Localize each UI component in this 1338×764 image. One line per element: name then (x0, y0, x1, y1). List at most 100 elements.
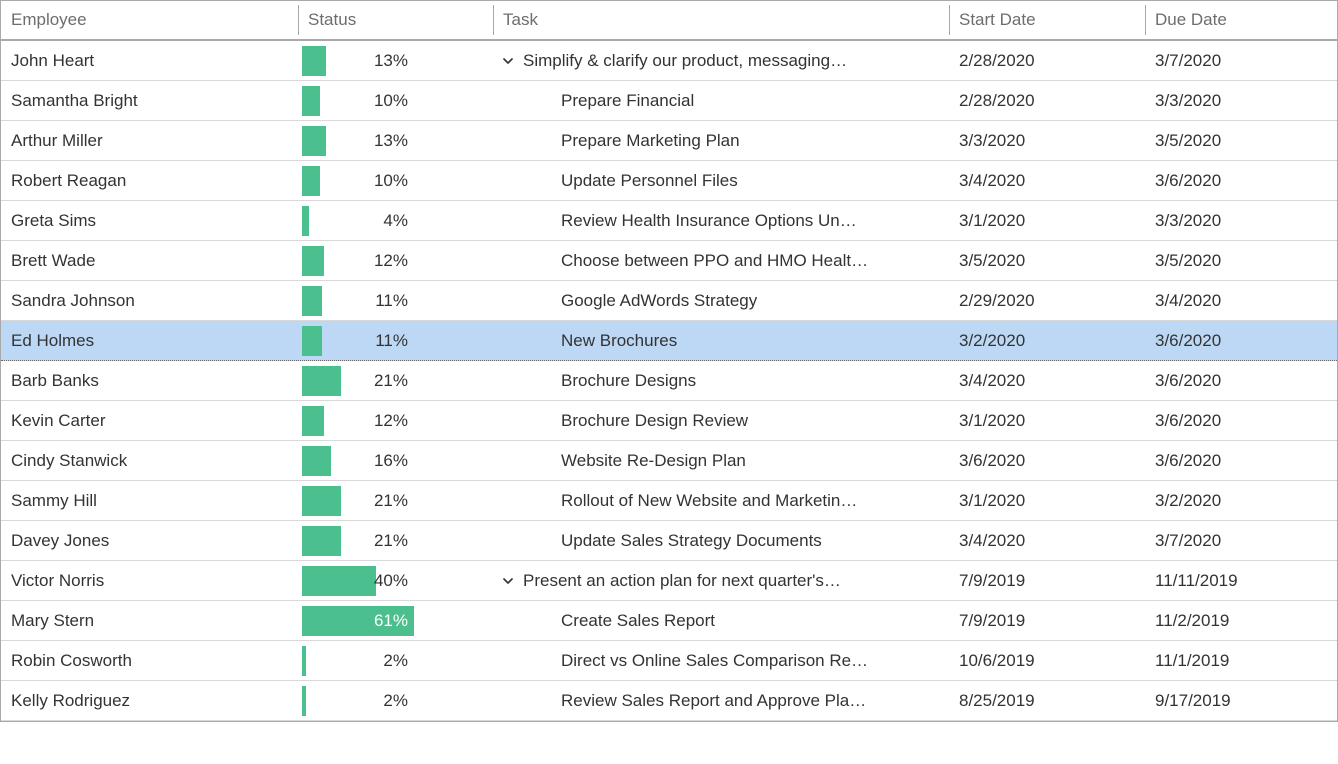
column-header-employee[interactable]: Employee (1, 1, 298, 39)
task-cell[interactable]: Rollout of New Website and Marketin… (493, 481, 949, 520)
start-date-cell[interactable]: 3/1/2020 (949, 201, 1145, 240)
start-date-cell[interactable]: 8/25/2019 (949, 681, 1145, 720)
task-cell[interactable]: Google AdWords Strategy (493, 281, 949, 320)
table-row[interactable]: John Heart13%Simplify & clarify our prod… (1, 41, 1337, 81)
task-text: New Brochures (561, 331, 677, 351)
employee-cell[interactable]: Barb Banks (1, 361, 298, 400)
task-cell[interactable]: Present an action plan for next quarter'… (493, 561, 949, 600)
employee-cell[interactable]: Robert Reagan (1, 161, 298, 200)
task-cell[interactable]: Update Sales Strategy Documents (493, 521, 949, 560)
due-date-cell[interactable]: 3/7/2020 (1145, 41, 1337, 80)
table-row[interactable]: Davey Jones21%Update Sales Strategy Docu… (1, 521, 1337, 561)
table-row[interactable]: Robin Cosworth2%Direct vs Online Sales C… (1, 641, 1337, 681)
task-text: Brochure Designs (561, 371, 696, 391)
table-row[interactable]: Mary Stern61%Create Sales Report7/9/2019… (1, 601, 1337, 641)
table-row[interactable]: Arthur Miller13%Prepare Marketing Plan3/… (1, 121, 1337, 161)
start-date-cell[interactable]: 3/4/2020 (949, 361, 1145, 400)
table-row[interactable]: Sandra Johnson11%Google AdWords Strategy… (1, 281, 1337, 321)
status-cell: 12% (298, 401, 493, 440)
employee-cell[interactable]: Arthur Miller (1, 121, 298, 160)
employee-cell[interactable]: Sandra Johnson (1, 281, 298, 320)
chevron-down-icon[interactable] (499, 52, 517, 70)
due-date-cell[interactable]: 3/6/2020 (1145, 361, 1337, 400)
table-row[interactable]: Cindy Stanwick16%Website Re-Design Plan3… (1, 441, 1337, 481)
task-cell[interactable]: Brochure Designs (493, 361, 949, 400)
due-date-cell[interactable]: 11/1/2019 (1145, 641, 1337, 680)
task-text: Rollout of New Website and Marketin… (561, 491, 857, 511)
start-date-cell[interactable]: 2/28/2020 (949, 81, 1145, 120)
status-cell: 2% (298, 681, 493, 720)
due-date-cell[interactable]: 3/5/2020 (1145, 121, 1337, 160)
start-date-cell[interactable]: 3/4/2020 (949, 521, 1145, 560)
due-date-cell[interactable]: 3/5/2020 (1145, 241, 1337, 280)
table-row[interactable]: Greta Sims4%Review Health Insurance Opti… (1, 201, 1337, 241)
due-date-cell[interactable]: 3/6/2020 (1145, 441, 1337, 480)
employee-cell[interactable]: Kelly Rodriguez (1, 681, 298, 720)
column-header-due[interactable]: Due Date (1145, 1, 1337, 39)
column-header-task[interactable]: Task (493, 1, 949, 39)
start-date-cell[interactable]: 2/29/2020 (949, 281, 1145, 320)
task-cell[interactable]: Update Personnel Files (493, 161, 949, 200)
task-cell[interactable]: Simplify & clarify our product, messagin… (493, 41, 949, 80)
due-date-cell[interactable]: 3/4/2020 (1145, 281, 1337, 320)
task-cell[interactable]: Review Health Insurance Options Un… (493, 201, 949, 240)
start-date-cell[interactable]: 3/4/2020 (949, 161, 1145, 200)
table-row[interactable]: Samantha Bright10%Prepare Financial2/28/… (1, 81, 1337, 121)
employee-cell[interactable]: Samantha Bright (1, 81, 298, 120)
employee-cell[interactable]: Cindy Stanwick (1, 441, 298, 480)
due-date-cell[interactable]: 3/3/2020 (1145, 81, 1337, 120)
due-date-cell[interactable]: 3/3/2020 (1145, 201, 1337, 240)
task-text: Create Sales Report (561, 611, 715, 631)
due-date-cell[interactable]: 11/2/2019 (1145, 601, 1337, 640)
table-row[interactable]: Kevin Carter12%Brochure Design Review3/1… (1, 401, 1337, 441)
table-row[interactable]: Victor Norris40%Present an action plan f… (1, 561, 1337, 601)
start-date-cell[interactable]: 7/9/2019 (949, 561, 1145, 600)
employee-cell[interactable]: Robin Cosworth (1, 641, 298, 680)
task-cell[interactable]: Direct vs Online Sales Comparison Re… (493, 641, 949, 680)
start-date-cell[interactable]: 3/1/2020 (949, 481, 1145, 520)
table-row[interactable]: Kelly Rodriguez2%Review Sales Report and… (1, 681, 1337, 721)
task-cell[interactable]: Prepare Financial (493, 81, 949, 120)
employee-cell[interactable]: Mary Stern (1, 601, 298, 640)
start-date-cell[interactable]: 3/3/2020 (949, 121, 1145, 160)
column-header-start[interactable]: Start Date (949, 1, 1145, 39)
start-date-cell[interactable]: 2/28/2020 (949, 41, 1145, 80)
tree-list-grid[interactable]: Employee Status Task Start Date Due Date… (0, 0, 1338, 722)
task-cell[interactable]: Brochure Design Review (493, 401, 949, 440)
due-date-cell[interactable]: 3/6/2020 (1145, 161, 1337, 200)
task-cell[interactable]: Choose between PPO and HMO Healt… (493, 241, 949, 280)
due-date-cell[interactable]: 3/6/2020 (1145, 321, 1337, 360)
employee-cell[interactable]: Sammy Hill (1, 481, 298, 520)
task-cell[interactable]: New Brochures (493, 321, 949, 360)
table-row[interactable]: Ed Holmes11%New Brochures3/2/20203/6/202… (1, 321, 1337, 361)
due-date-cell[interactable]: 11/11/2019 (1145, 561, 1337, 600)
employee-cell[interactable]: Davey Jones (1, 521, 298, 560)
due-date-cell[interactable]: 9/17/2019 (1145, 681, 1337, 720)
table-row[interactable]: Barb Banks21%Brochure Designs3/4/20203/6… (1, 361, 1337, 401)
status-cell: 13% (298, 41, 493, 80)
due-date-cell[interactable]: 3/6/2020 (1145, 401, 1337, 440)
start-date-cell[interactable]: 7/9/2019 (949, 601, 1145, 640)
start-date-cell[interactable]: 3/2/2020 (949, 321, 1145, 360)
employee-cell[interactable]: Victor Norris (1, 561, 298, 600)
task-cell[interactable]: Website Re-Design Plan (493, 441, 949, 480)
employee-cell[interactable]: Greta Sims (1, 201, 298, 240)
task-cell[interactable]: Prepare Marketing Plan (493, 121, 949, 160)
start-date-cell[interactable]: 10/6/2019 (949, 641, 1145, 680)
table-row[interactable]: Robert Reagan10%Update Personnel Files3/… (1, 161, 1337, 201)
task-cell[interactable]: Review Sales Report and Approve Pla… (493, 681, 949, 720)
task-cell[interactable]: Create Sales Report (493, 601, 949, 640)
employee-cell[interactable]: Ed Holmes (1, 321, 298, 360)
employee-cell[interactable]: Kevin Carter (1, 401, 298, 440)
employee-cell[interactable]: Brett Wade (1, 241, 298, 280)
table-row[interactable]: Brett Wade12%Choose between PPO and HMO … (1, 241, 1337, 281)
chevron-down-icon[interactable] (499, 572, 517, 590)
employee-cell[interactable]: John Heart (1, 41, 298, 80)
start-date-cell[interactable]: 3/6/2020 (949, 441, 1145, 480)
start-date-cell[interactable]: 3/1/2020 (949, 401, 1145, 440)
column-header-status[interactable]: Status (298, 1, 493, 39)
due-date-cell[interactable]: 3/2/2020 (1145, 481, 1337, 520)
table-row[interactable]: Sammy Hill21%Rollout of New Website and … (1, 481, 1337, 521)
due-date-cell[interactable]: 3/7/2020 (1145, 521, 1337, 560)
start-date-cell[interactable]: 3/5/2020 (949, 241, 1145, 280)
